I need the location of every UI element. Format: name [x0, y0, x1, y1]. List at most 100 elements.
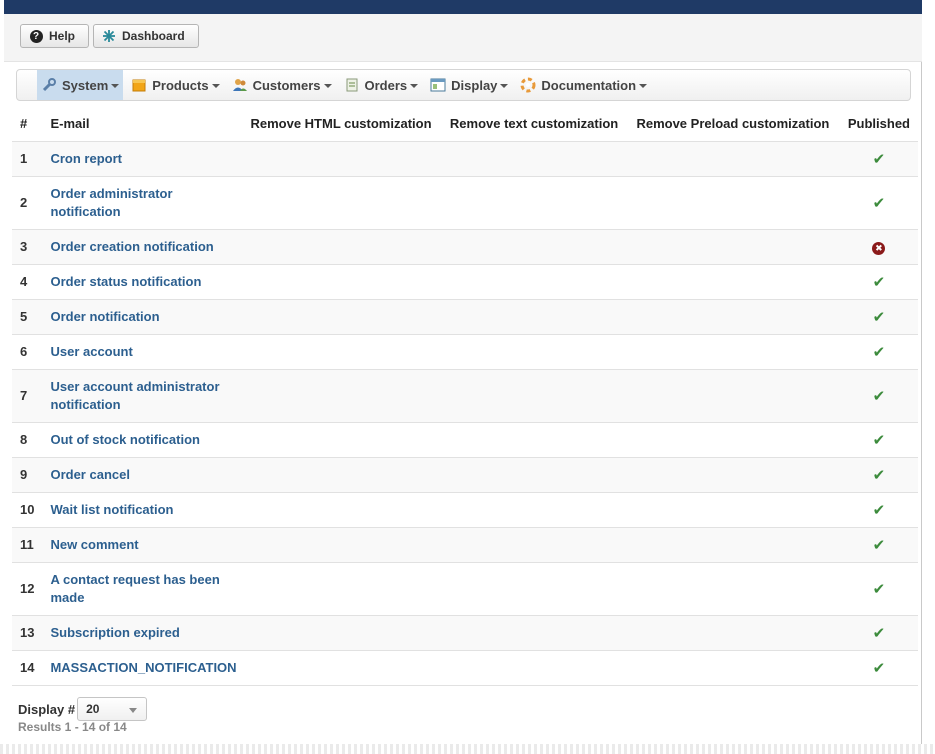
table-row: 7 User account administrator notification… — [12, 369, 918, 423]
table-row: 12 A contact request has been made ✔ — [12, 562, 918, 616]
row-number: 12 — [12, 562, 43, 616]
email-link[interactable]: A contact request has been made — [50, 564, 234, 614]
remove-preload-cell — [628, 264, 840, 300]
remove-html-cell — [242, 615, 442, 651]
question-icon: ? — [29, 29, 43, 43]
email-link[interactable]: Cron report — [50, 143, 234, 175]
main-menu: System Products Customers Orders Display — [16, 69, 911, 101]
row-number: 9 — [12, 457, 43, 493]
remove-preload-cell — [628, 422, 840, 458]
remove-text-cell — [441, 422, 629, 458]
table-row: 10 Wait list notification ✔ — [12, 492, 918, 528]
email-link[interactable]: Out of stock notification — [50, 424, 234, 456]
remove-text-cell — [441, 650, 629, 686]
remove-html-cell — [242, 492, 442, 528]
email-cell: Order notification — [42, 299, 243, 335]
published-check-icon[interactable]: ✔ — [873, 151, 886, 168]
unpublished-x-icon[interactable]: ✖ — [872, 241, 886, 255]
published-check-icon[interactable]: ✔ — [873, 537, 886, 554]
published-cell: ✔ — [839, 334, 918, 370]
email-link[interactable]: MASSACTION_NOTIFICATION — [50, 652, 236, 684]
table-row: 9 Order cancel ✔ — [12, 457, 918, 493]
remove-text-cell — [441, 457, 629, 493]
email-cell: Out of stock notification — [42, 422, 243, 458]
email-cell: Order creation notification — [42, 229, 243, 265]
email-cell: MASSACTION_NOTIFICATION — [42, 650, 243, 686]
published-check-icon[interactable]: ✔ — [873, 581, 886, 598]
table-row: 5 Order notification ✔ — [12, 299, 918, 335]
col-header-remove-html: Remove HTML customization — [242, 106, 442, 142]
dashboard-button[interactable]: Dashboard — [93, 24, 199, 48]
email-cell: Cron report — [42, 141, 243, 177]
row-number: 2 — [12, 176, 43, 230]
remove-preload-cell — [628, 176, 840, 230]
results-count: Results 1 - 14 of 14 — [18, 720, 127, 734]
email-link[interactable]: Order status notification — [50, 266, 234, 298]
table-row: 4 Order status notification ✔ — [12, 264, 918, 300]
table-row: 6 User account ✔ — [12, 334, 918, 370]
menu-display[interactable]: Display — [426, 70, 512, 100]
col-header-email: E-mail — [42, 106, 243, 142]
remove-html-cell — [242, 422, 442, 458]
email-link[interactable]: New comment — [50, 529, 234, 561]
email-link[interactable]: User account — [50, 336, 234, 368]
email-link[interactable]: User account administrator notification — [50, 371, 234, 421]
email-link[interactable]: Order creation notification — [50, 231, 234, 263]
box-icon — [131, 77, 147, 93]
email-link[interactable]: Order administrator notification — [50, 178, 234, 228]
published-check-icon[interactable]: ✔ — [873, 388, 886, 405]
email-link[interactable]: Wait list notification — [50, 494, 234, 526]
menu-documentation-label: Documentation — [541, 77, 637, 93]
published-check-icon[interactable]: ✔ — [873, 502, 886, 519]
published-check-icon[interactable]: ✔ — [873, 432, 886, 449]
published-cell: ✔ — [839, 650, 918, 686]
row-number: 13 — [12, 615, 43, 651]
remove-text-cell — [441, 334, 629, 370]
remove-html-cell — [242, 562, 442, 616]
chevron-down-icon — [129, 708, 138, 713]
remove-html-cell — [242, 334, 442, 370]
email-link[interactable]: Subscription expired — [50, 617, 234, 649]
remove-text-cell — [441, 141, 629, 177]
menu-documentation[interactable]: Documentation — [516, 70, 651, 100]
remove-preload-cell — [628, 299, 840, 335]
remove-text-cell — [441, 176, 629, 230]
col-header-remove-preload: Remove Preload customization — [628, 106, 840, 142]
menu-products[interactable]: Products — [127, 70, 223, 100]
row-number: 14 — [12, 650, 43, 686]
remove-text-cell — [441, 369, 629, 423]
email-link[interactable]: Order cancel — [50, 459, 234, 491]
published-cell: ✔ — [839, 562, 918, 616]
row-number: 10 — [12, 492, 43, 528]
remove-html-cell — [242, 176, 442, 230]
published-check-icon[interactable]: ✔ — [873, 274, 886, 291]
email-cell: Subscription expired — [42, 615, 243, 651]
published-cell: ✖ — [839, 229, 918, 265]
remove-html-cell — [242, 141, 442, 177]
menu-system[interactable]: System — [37, 70, 124, 100]
published-cell: ✔ — [839, 492, 918, 528]
table-header-row: # E-mail Remove HTML customization Remov… — [12, 106, 918, 142]
remove-html-cell — [242, 299, 442, 335]
email-link[interactable]: Order notification — [50, 301, 234, 333]
menu-orders[interactable]: Orders — [340, 70, 423, 100]
remove-preload-cell — [628, 334, 840, 370]
menu-system-label: System — [62, 77, 109, 93]
published-check-icon[interactable]: ✔ — [873, 625, 886, 642]
published-check-icon[interactable]: ✔ — [873, 660, 886, 677]
published-check-icon[interactable]: ✔ — [873, 195, 886, 212]
remove-preload-cell — [628, 527, 840, 563]
published-cell: ✔ — [839, 299, 918, 335]
display-label: Display # — [18, 701, 76, 717]
help-button[interactable]: ? Help — [20, 24, 89, 48]
remove-preload-cell — [628, 650, 840, 686]
email-cell: Order cancel — [42, 457, 243, 493]
row-number: 4 — [12, 264, 43, 300]
published-check-icon[interactable]: ✔ — [873, 467, 886, 484]
email-cell: User account — [42, 334, 243, 370]
email-cell: Order status notification — [42, 264, 243, 300]
display-count-select[interactable]: 20 — [77, 697, 148, 721]
published-check-icon[interactable]: ✔ — [873, 344, 886, 361]
published-check-icon[interactable]: ✔ — [873, 309, 886, 326]
menu-customers[interactable]: Customers — [228, 70, 336, 100]
